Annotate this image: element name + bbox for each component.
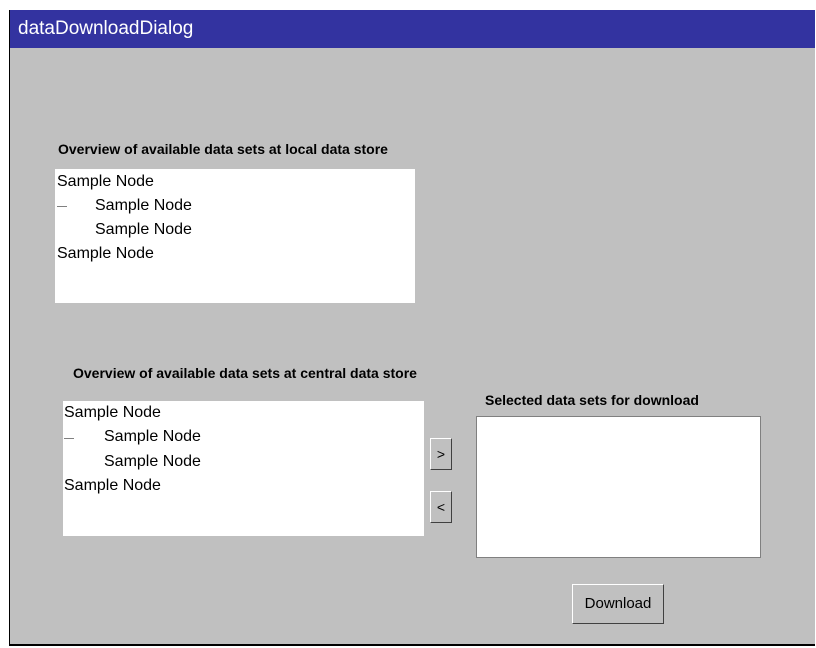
tree-node[interactable]: Sample Node — [57, 244, 154, 264]
tree-node[interactable]: Sample Node — [104, 427, 201, 447]
remove-from-selection-button[interactable]: < — [430, 491, 452, 523]
selected-sets-list[interactable] — [476, 416, 761, 558]
add-to-selection-button[interactable]: > — [430, 438, 452, 470]
tree-node[interactable]: Sample Node — [64, 403, 161, 423]
window-title: dataDownloadDialog — [10, 10, 815, 48]
local-store-label: Overview of available data sets at local… — [58, 141, 388, 157]
central-store-label: Overview of available data sets at centr… — [73, 365, 417, 381]
tree-node[interactable]: Sample Node — [95, 220, 192, 240]
data-download-dialog: dataDownloadDialog Overview of available… — [9, 10, 815, 646]
download-button[interactable]: Download — [572, 584, 664, 624]
central-store-tree[interactable]: Sample Node Sample Node Sample Node Samp… — [63, 401, 424, 536]
local-store-tree[interactable]: Sample Node Sample Node Sample Node Samp… — [55, 169, 415, 303]
tree-node[interactable]: Sample Node — [104, 452, 201, 472]
tree-connector-icon — [57, 206, 67, 207]
selected-sets-label: Selected data sets for download — [485, 392, 699, 408]
tree-connector-icon — [64, 438, 74, 439]
tree-node[interactable]: Sample Node — [57, 172, 154, 192]
tree-node[interactable]: Sample Node — [64, 476, 161, 496]
tree-node[interactable]: Sample Node — [95, 196, 192, 216]
